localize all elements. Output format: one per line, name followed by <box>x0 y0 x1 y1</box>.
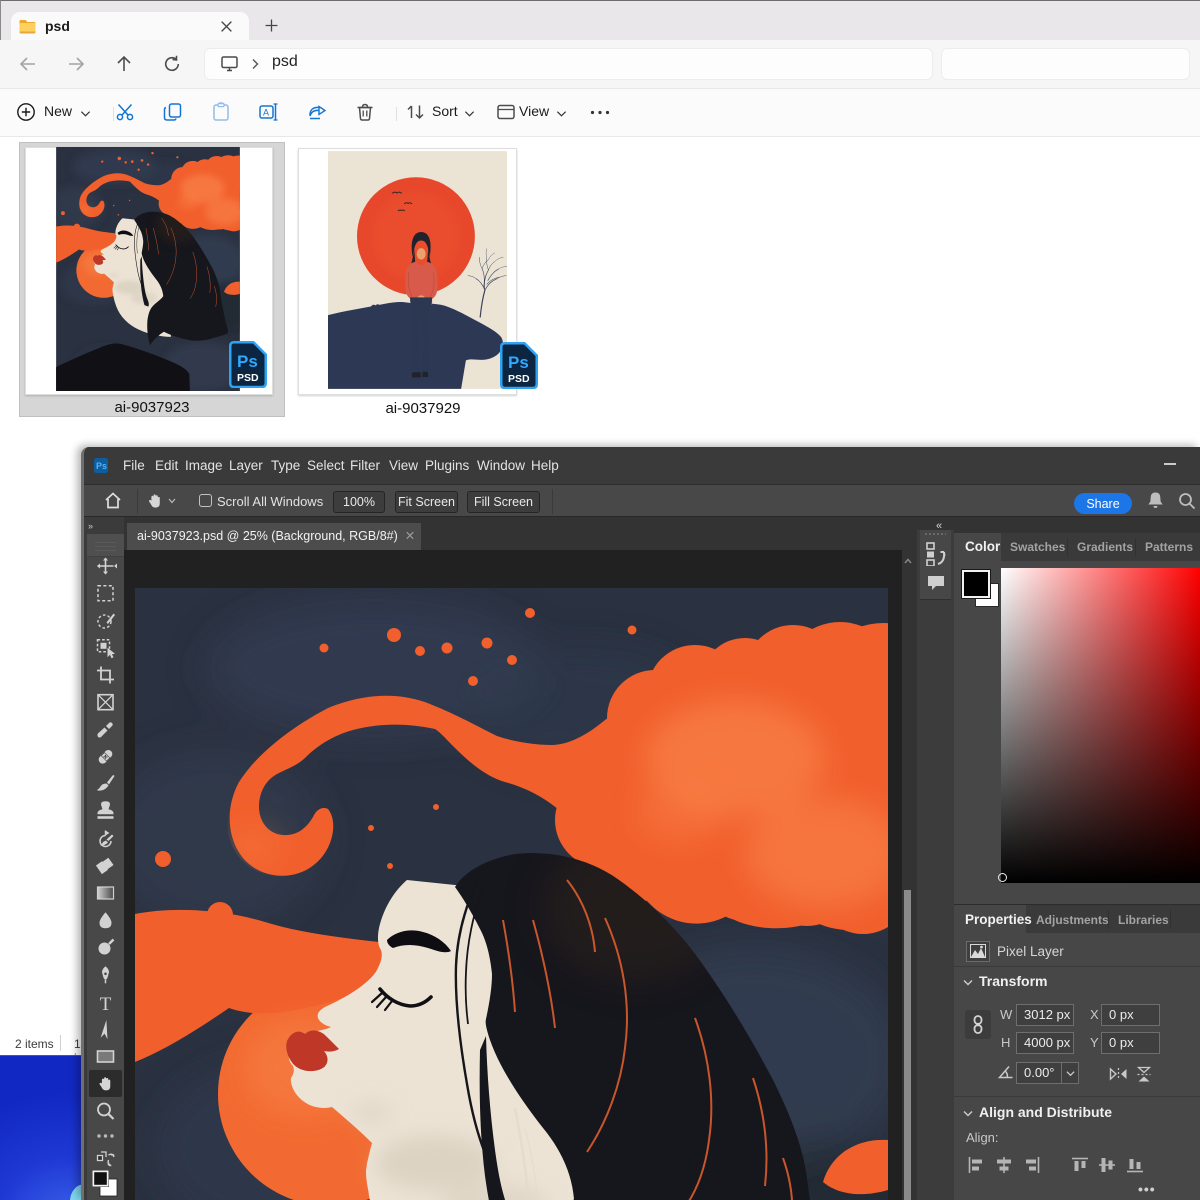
svg-text:Ps: Ps <box>96 461 107 471</box>
svg-text:A: A <box>263 108 269 118</box>
svg-text:T: T <box>100 994 112 1015</box>
